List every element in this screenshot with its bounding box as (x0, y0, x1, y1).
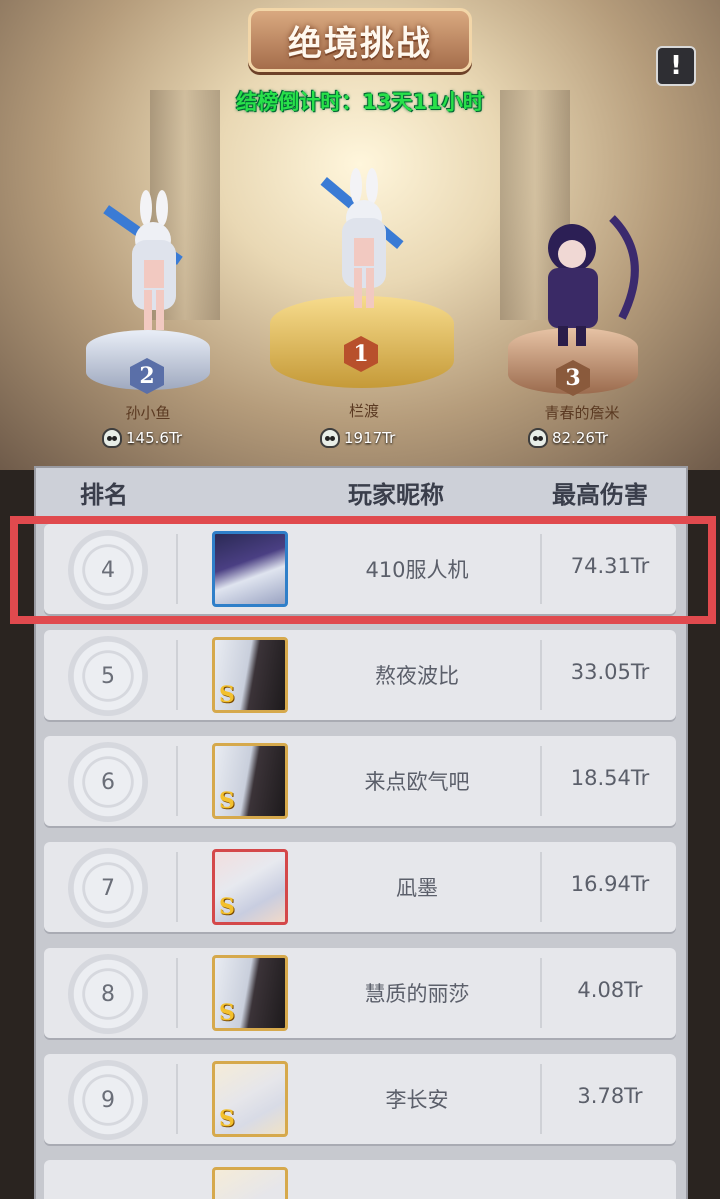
top-score-value: 1917Tr (344, 429, 396, 447)
skull-icon (102, 428, 122, 448)
top-score-2: 145.6Tr (102, 428, 182, 448)
rank-number: 5 (68, 636, 148, 716)
character-sprite (88, 190, 208, 340)
top-player-name-1: 栏渡 (348, 402, 379, 420)
top-score-value: 145.6Tr (126, 429, 183, 447)
damage-value: 4.08Tr (577, 978, 643, 1002)
page-title: 绝境挑战 (288, 23, 432, 64)
podium-rank-1[interactable]: 1 (264, 168, 460, 398)
divider (176, 1064, 178, 1134)
header-rank: 排名 (80, 480, 128, 509)
table-row[interactable]: 6 S 来点欧气吧 18.54Tr (44, 736, 676, 826)
rank-number: 9 (68, 1060, 148, 1140)
player-avatar[interactable]: S (212, 637, 288, 713)
rank-number: 7 (68, 848, 148, 928)
rarity-mark: S (219, 1106, 235, 1132)
player-avatar[interactable]: S (212, 743, 288, 819)
player-avatar[interactable]: S (212, 955, 288, 1031)
skull-icon (320, 428, 340, 448)
table-header: 排名 玩家昵称 最高伤害 (36, 468, 686, 516)
rank-number: 8 (68, 954, 148, 1034)
table-row[interactable]: 8 S 慧质的丽莎 4.08Tr (44, 948, 676, 1038)
damage-value: 33.05Tr (570, 660, 650, 684)
divider (176, 640, 178, 710)
divider (176, 746, 178, 816)
info-button[interactable]: ! (656, 46, 696, 86)
table-row[interactable]: 7 S 凪墨 16.94Tr (44, 842, 676, 932)
player-name: 凪墨 (396, 876, 438, 900)
top-score-1: 1917Tr (320, 428, 395, 448)
player-name: 来点欧气吧 (364, 770, 470, 794)
highlight-box (10, 516, 716, 624)
player-name: 李长安 (385, 1088, 449, 1112)
table-row[interactable]: 9 S 李长安 3.78Tr (44, 1054, 676, 1144)
character-sprite (302, 168, 422, 318)
rarity-mark: S (219, 894, 235, 920)
top-score-value: 82.26Tr (552, 429, 609, 447)
player-avatar[interactable]: S (212, 849, 288, 925)
character-sprite (512, 208, 652, 348)
player-name: 熬夜波比 (375, 664, 459, 688)
top-player-name-3: 青春的詹米 (544, 404, 620, 422)
player-avatar[interactable]: S (212, 1061, 288, 1137)
table-row-partial[interactable] (44, 1160, 676, 1199)
rarity-mark: S (219, 788, 235, 814)
damage-value: 3.78Tr (577, 1084, 643, 1108)
player-name: 慧质的丽莎 (364, 982, 470, 1006)
damage-value: 18.54Tr (570, 766, 650, 790)
player-avatar[interactable] (212, 1167, 288, 1199)
rarity-mark: S (219, 1000, 235, 1026)
podium-rank-3[interactable]: 3 (502, 208, 652, 398)
table-row[interactable]: 5 S 熬夜波比 33.05Tr (44, 630, 676, 720)
skull-icon (528, 428, 548, 448)
top-score-3: 82.26Tr (528, 428, 608, 448)
title-banner: 绝境挑战 (248, 8, 472, 72)
top-player-name-2: 孙小鱼 (125, 404, 171, 422)
divider (176, 852, 178, 922)
podium-rank-2[interactable]: 2 (78, 190, 218, 400)
damage-value: 16.94Tr (570, 872, 650, 896)
rarity-mark: S (219, 682, 235, 708)
header-damage: 最高伤害 (552, 480, 648, 509)
header-player: 玩家昵称 (348, 480, 444, 509)
countdown-text: 结榜倒计时：13天11小时 (236, 90, 484, 114)
exclamation-icon: ! (670, 51, 682, 81)
divider (176, 958, 178, 1028)
rank-number: 6 (68, 742, 148, 822)
